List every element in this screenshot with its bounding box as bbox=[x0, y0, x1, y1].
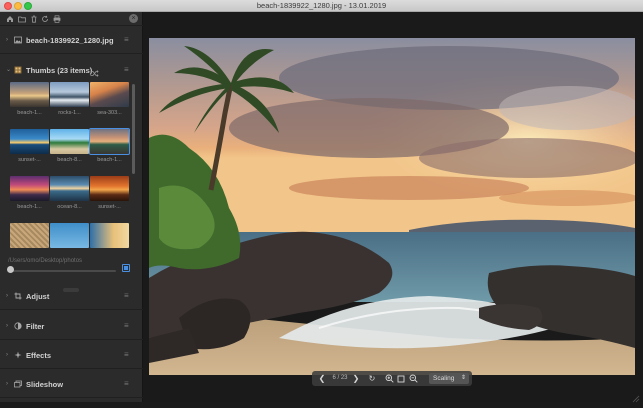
trash-icon[interactable] bbox=[30, 15, 38, 23]
thumbs-scrollbar[interactable] bbox=[132, 84, 135, 174]
image-counter: 6 / 23 bbox=[332, 375, 348, 381]
chevron-right-icon: › bbox=[6, 293, 8, 299]
next-button[interactable]: ❯ bbox=[351, 373, 361, 384]
thumbs-count-label: Thumbs (23 items) bbox=[26, 66, 93, 75]
home-icon[interactable] bbox=[6, 15, 14, 23]
file-name-label: beach-1839922_1280.jpg bbox=[26, 36, 114, 45]
shuffle-icon[interactable] bbox=[90, 65, 99, 83]
crop-icon bbox=[14, 292, 22, 300]
refresh-icon[interactable] bbox=[41, 15, 49, 23]
section-label: Adjust bbox=[26, 292, 50, 301]
thumbnail-selected[interactable]: beach-1... bbox=[89, 128, 130, 170]
thumbnail[interactable] bbox=[50, 223, 89, 257]
scaling-dropdown[interactable]: Scaling ⇕ bbox=[429, 373, 469, 384]
menu-icon[interactable]: ≡ bbox=[124, 351, 129, 359]
folder-path: /Users/omo/Desktop/photos bbox=[8, 258, 83, 264]
section-adjust[interactable]: › Adjust ≡ bbox=[0, 284, 143, 310]
square-toggle-icon[interactable] bbox=[122, 264, 130, 272]
thumbnail[interactable] bbox=[10, 223, 49, 257]
chevron-right-icon: › bbox=[6, 37, 8, 43]
thumbnail[interactable]: sunset-... bbox=[90, 176, 129, 217]
menu-icon[interactable]: ≡ bbox=[124, 322, 129, 330]
thumb-size-slider[interactable] bbox=[10, 270, 116, 272]
section-label: Slideshow bbox=[26, 380, 64, 389]
menu-icon[interactable]: ≡ bbox=[124, 292, 129, 300]
menu-icon[interactable]: ≡ bbox=[124, 66, 129, 74]
image-icon bbox=[14, 36, 22, 44]
zoom-out-button[interactable] bbox=[408, 373, 418, 384]
window-resize-handle[interactable] bbox=[630, 390, 640, 403]
contrast-icon bbox=[14, 322, 22, 330]
section-label: Filter bbox=[26, 322, 45, 331]
window-title: beach-1839922_1280.jpg - 13.01.2019 bbox=[256, 1, 387, 10]
thumbnail[interactable]: beach-1... bbox=[10, 176, 49, 217]
sidebar-toolbar: × bbox=[0, 12, 143, 26]
main-photo[interactable] bbox=[149, 38, 635, 375]
menu-icon[interactable]: ≡ bbox=[124, 380, 129, 388]
image-viewer: ❮ 6 / 23 ❯ ↻ Scaling ⇕ bbox=[143, 12, 643, 402]
thumbs-section-header[interactable]: ⌄ Thumbs (23 items) ≡ bbox=[0, 62, 143, 78]
thumbnail[interactable]: beach-8... bbox=[50, 129, 89, 170]
close-icon[interactable]: × bbox=[129, 14, 138, 23]
folder-icon[interactable] bbox=[18, 15, 26, 23]
sidebar: × › beach-1839922_1280.jpg ≡ ⌄ Thumbs (2… bbox=[0, 12, 143, 402]
updown-icon: ⇕ bbox=[460, 375, 466, 381]
chevron-right-icon: › bbox=[6, 323, 8, 329]
section-filter[interactable]: › Filter ≡ bbox=[0, 314, 143, 340]
rotate-button[interactable]: ↻ bbox=[367, 373, 377, 384]
section-slideshow[interactable]: › Slideshow ≡ bbox=[0, 372, 143, 398]
chevron-right-icon: › bbox=[6, 352, 8, 358]
section-label: Effects bbox=[26, 351, 52, 360]
slider-handle[interactable] bbox=[7, 266, 14, 273]
section-effects[interactable]: › Effects ≡ bbox=[0, 343, 143, 369]
title-bar[interactable]: beach-1839922_1280.jpg - 13.01.2019 bbox=[0, 0, 643, 12]
thumbnail[interactable]: sunset-... bbox=[10, 129, 49, 170]
thumbnail[interactable]: beach-1... bbox=[10, 82, 49, 123]
print-icon[interactable] bbox=[53, 15, 61, 23]
chevron-down-icon: ⌄ bbox=[6, 67, 12, 73]
menu-icon[interactable]: ≡ bbox=[124, 36, 129, 44]
file-section-header[interactable]: › beach-1839922_1280.jpg ≡ bbox=[0, 28, 143, 54]
thumbnail[interactable]: sea-303... bbox=[90, 82, 129, 123]
thumbnail[interactable]: rocks-1... bbox=[50, 82, 89, 123]
previous-button[interactable]: ❮ bbox=[317, 373, 327, 384]
thumbnail[interactable]: ocean-8... bbox=[50, 176, 89, 217]
sparkle-icon bbox=[14, 351, 22, 359]
fit-button[interactable] bbox=[396, 373, 406, 384]
chevron-right-icon: › bbox=[6, 381, 8, 387]
slideshow-icon bbox=[14, 380, 22, 388]
app-window: beach-1839922_1280.jpg - 13.01.2019 × › bbox=[0, 0, 643, 403]
thumbnail-grid: beach-1... rocks-1... sea-303... sunset-… bbox=[8, 82, 130, 257]
grid-icon bbox=[14, 66, 22, 74]
zoom-in-button[interactable] bbox=[384, 373, 394, 384]
thumbnail[interactable] bbox=[90, 223, 129, 257]
viewer-controls: ❮ 6 / 23 ❯ ↻ Scaling ⇕ bbox=[312, 371, 472, 386]
scaling-label: Scaling bbox=[433, 375, 455, 382]
